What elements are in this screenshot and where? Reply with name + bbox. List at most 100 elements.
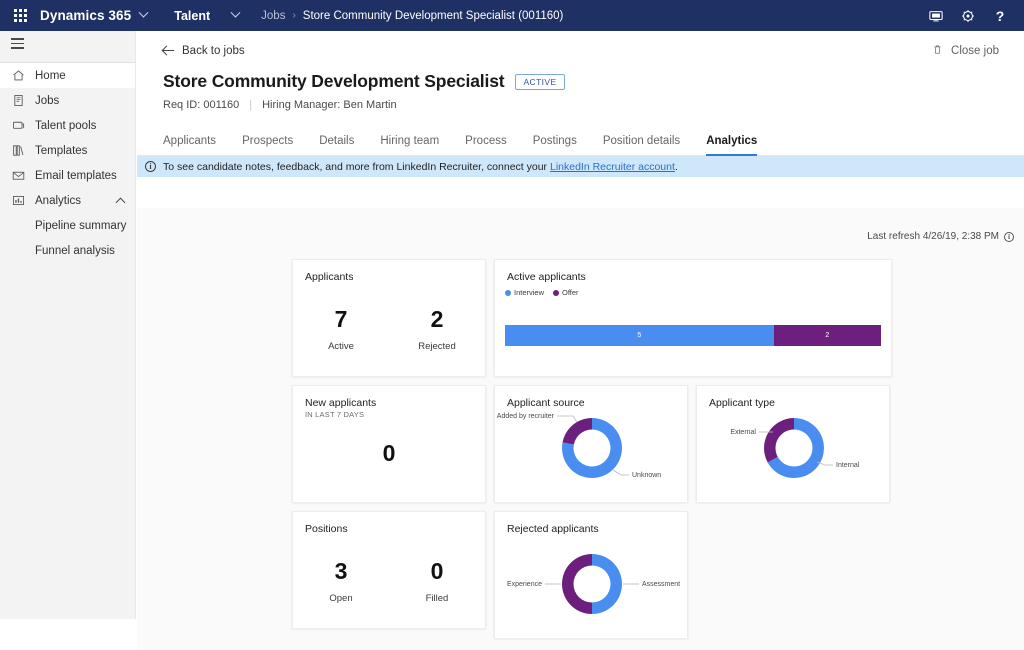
card-title: Positions <box>305 523 348 535</box>
sidebar-item-label: Templates <box>35 145 87 157</box>
donut-chart-rejected-applicants[interactable]: Experience Assessment <box>495 512 689 640</box>
info-icon[interactable]: i <box>1004 232 1014 242</box>
app-name-label: Talent <box>174 9 210 23</box>
help-icon[interactable]: ? <box>984 0 1016 31</box>
app-chevron-down-icon[interactable] <box>231 8 241 18</box>
kpi-label: Active <box>293 341 389 352</box>
donut-label: Assessment <box>642 581 680 588</box>
tab-hiring-team[interactable]: Hiring team <box>367 135 452 155</box>
card-title: Applicants <box>305 271 353 283</box>
status-badge[interactable]: ACTIVE <box>515 74 564 90</box>
settings-gear-icon[interactable] <box>952 0 984 31</box>
last-refresh: Last refresh 4/26/19, 2:38 PM i <box>867 231 1014 242</box>
bar-segment-offer[interactable]: 2 <box>774 325 881 346</box>
card-row-3: Positions 3 Open 0 Filled Rejected appli… <box>292 511 900 639</box>
sidebar-collapse-toggle[interactable] <box>0 31 135 59</box>
card-title: Active applicants <box>507 271 586 283</box>
donut-slice[interactable] <box>764 418 794 462</box>
tab-prospects[interactable]: Prospects <box>229 135 306 155</box>
stacked-bar: 5 2 <box>505 325 881 346</box>
sidebar-item-label: Jobs <box>35 95 59 107</box>
sidebar-item-analytics[interactable]: Analytics <box>0 188 135 213</box>
card-rejected-applicants[interactable]: Rejected applicants Experience Assessmen… <box>494 511 688 639</box>
sidebar-item-funnel-analysis[interactable]: Funnel analysis <box>0 238 135 263</box>
tab-applicants[interactable]: Applicants <box>163 135 229 155</box>
info-banner-text: To see candidate notes, feedback, and mo… <box>163 161 678 173</box>
sidebar-item-pipeline-summary[interactable]: Pipeline summary <box>0 213 135 238</box>
tab-details[interactable]: Details <box>306 135 367 155</box>
sidebar: Home Jobs Talent pools Templates Email t… <box>0 31 136 619</box>
callout-line <box>613 470 629 475</box>
close-job-label: Close job <box>951 45 999 57</box>
arrow-left-icon <box>163 45 174 56</box>
info-text-before: To see candidate notes, feedback, and mo… <box>163 161 550 173</box>
brand-dynamics365[interactable]: Dynamics 365 <box>40 8 147 23</box>
hiring-manager-label: Hiring Manager: Ben Martin <box>262 99 397 111</box>
templates-icon <box>11 143 26 158</box>
chevron-up-icon[interactable] <box>116 198 126 208</box>
job-meta: Req ID: 001160 | Hiring Manager: Ben Mar… <box>137 99 1024 111</box>
kpi-group: 3 Open 0 Filled <box>293 560 485 604</box>
linkedin-recruiter-account-link[interactable]: LinkedIn Recruiter account <box>550 161 675 173</box>
req-id-label: Req ID: 001160 <box>163 99 239 111</box>
linkedin-info-banner: i To see candidate notes, feedback, and … <box>137 156 1024 177</box>
donut-label: Experience <box>507 581 542 588</box>
donut-label: Added by recruiter <box>497 413 555 420</box>
card-subtitle: IN LAST 7 DAYS <box>305 410 364 419</box>
sidebar-subitem-label: Funnel analysis <box>35 245 115 257</box>
legend-item-offer[interactable]: Offer <box>553 288 579 297</box>
topnav-actions: ? <box>920 0 1024 31</box>
app-name-talent[interactable]: Talent <box>174 9 239 23</box>
breadcrumb-separator: › <box>292 10 295 21</box>
card-applicant-type[interactable]: Applicant type External Internal <box>696 385 890 503</box>
tab-postings[interactable]: Postings <box>520 135 590 155</box>
donut-chart-applicant-type[interactable]: External Internal <box>697 386 891 504</box>
donut-slice[interactable] <box>592 554 622 614</box>
analytics-icon <box>11 193 26 208</box>
sidebar-item-jobs[interactable]: Jobs <box>0 88 135 113</box>
tab-position-details[interactable]: Position details <box>590 135 693 155</box>
analytics-canvas: Last refresh 4/26/19, 2:38 PM i Applican… <box>137 208 1024 650</box>
feedback-icon[interactable] <box>920 0 952 31</box>
last-refresh-label: Last refresh 4/26/19, 2:38 PM <box>867 231 999 242</box>
chevron-down-icon[interactable] <box>139 8 149 18</box>
kpi-value: 0 <box>389 560 485 583</box>
tab-process[interactable]: Process <box>452 135 520 155</box>
brand-label: Dynamics 365 <box>40 8 131 23</box>
kpi-label: Filled <box>389 593 485 604</box>
card-row-1: Applicants 7 Active 2 Rejected Active ap… <box>292 259 900 377</box>
card-applicants[interactable]: Applicants 7 Active 2 Rejected <box>292 259 486 377</box>
kpi-value: 2 <box>389 308 485 331</box>
kpi-rejected: 2 Rejected <box>389 308 485 352</box>
legend-swatch <box>553 290 559 296</box>
sidebar-item-email-templates[interactable]: Email templates <box>0 163 135 188</box>
card-grid: Applicants 7 Active 2 Rejected Active ap… <box>292 259 900 647</box>
card-positions[interactable]: Positions 3 Open 0 Filled <box>292 511 486 629</box>
meta-divider: | <box>249 99 252 111</box>
donut-chart-applicant-source[interactable]: Added by recruiter Unknown <box>495 386 689 504</box>
app-launcher-icon[interactable] <box>0 0 40 31</box>
bar-segment-interview[interactable]: 5 <box>505 325 774 346</box>
donut-slice[interactable] <box>563 418 592 445</box>
sidebar-item-templates[interactable]: Templates <box>0 138 135 163</box>
card-new-applicants[interactable]: New applicants IN LAST 7 DAYS 0 <box>292 385 486 503</box>
legend-label: Interview <box>514 288 544 297</box>
legend-item-interview[interactable]: Interview <box>505 288 544 297</box>
kpi-label: Rejected <box>389 341 485 352</box>
trash-icon <box>932 44 943 58</box>
card-applicant-source[interactable]: Applicant source Added by recruiter Unkn… <box>494 385 688 503</box>
close-job-button[interactable]: Close job <box>932 38 999 63</box>
info-text-after: . <box>675 161 678 173</box>
card-active-applicants[interactable]: Active applicants Interview Offer 5 <box>494 259 892 377</box>
kpi-group: 7 Active 2 Rejected <box>293 308 485 352</box>
talent-pools-icon <box>11 118 26 133</box>
back-to-jobs-link[interactable]: Back to jobs <box>163 45 245 57</box>
email-templates-icon <box>11 168 26 183</box>
breadcrumb-jobs[interactable]: Jobs <box>261 10 285 22</box>
jobs-icon <box>11 93 26 108</box>
tab-analytics[interactable]: Analytics <box>693 135 770 155</box>
sidebar-item-talent-pools[interactable]: Talent pools <box>0 113 135 138</box>
donut-slice[interactable] <box>562 554 592 614</box>
breadcrumb-current: Store Community Development Specialist (… <box>303 10 564 22</box>
sidebar-item-home[interactable]: Home <box>0 63 135 88</box>
